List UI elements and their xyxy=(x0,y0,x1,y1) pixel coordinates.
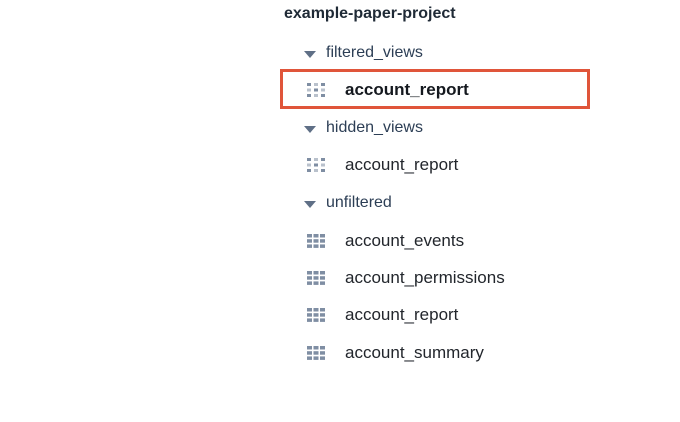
view-icon xyxy=(307,83,325,97)
triangle-down-icon[interactable] xyxy=(304,200,316,208)
table-grid-icon xyxy=(307,346,325,360)
view-item-hidden-account-report[interactable]: account_report xyxy=(306,150,458,180)
table-item-account-events[interactable]: account_events xyxy=(306,226,464,256)
table-grid-icon xyxy=(307,234,325,248)
dataset-label: filtered_views xyxy=(326,44,423,61)
table-item-label: account_summary xyxy=(345,343,484,362)
dataset-label: hidden_views xyxy=(326,119,423,136)
view-item-label: account_report xyxy=(345,155,459,174)
table-item-label: account_permissions xyxy=(345,268,505,287)
view-item-filtered-account-report[interactable]: account_report xyxy=(306,75,469,105)
table-grid-icon xyxy=(307,271,325,285)
table-item-account-permissions[interactable]: account_permissions xyxy=(306,263,505,293)
table-item-label: account_report xyxy=(345,305,459,324)
triangle-down-icon[interactable] xyxy=(304,125,316,133)
table-item-label: account_events xyxy=(345,231,465,250)
dataset-hidden-views[interactable]: hidden_views xyxy=(304,113,423,143)
dataset-label: unfiltered xyxy=(326,194,392,211)
table-item-account-summary[interactable]: account_summary xyxy=(306,338,484,368)
table-item-account-report[interactable]: account_report xyxy=(306,300,458,330)
project-title[interactable]: example-paper-project xyxy=(284,4,456,24)
dataset-unfiltered[interactable]: unfiltered xyxy=(304,188,392,218)
bigquery-explorer-panel: example-paper-project filtered_views acc… xyxy=(0,0,680,422)
view-item-label: account_report xyxy=(345,80,469,99)
dataset-filtered-views[interactable]: filtered_views xyxy=(304,38,423,68)
view-icon xyxy=(307,158,325,172)
table-grid-icon xyxy=(307,308,325,322)
triangle-down-icon[interactable] xyxy=(304,50,316,58)
